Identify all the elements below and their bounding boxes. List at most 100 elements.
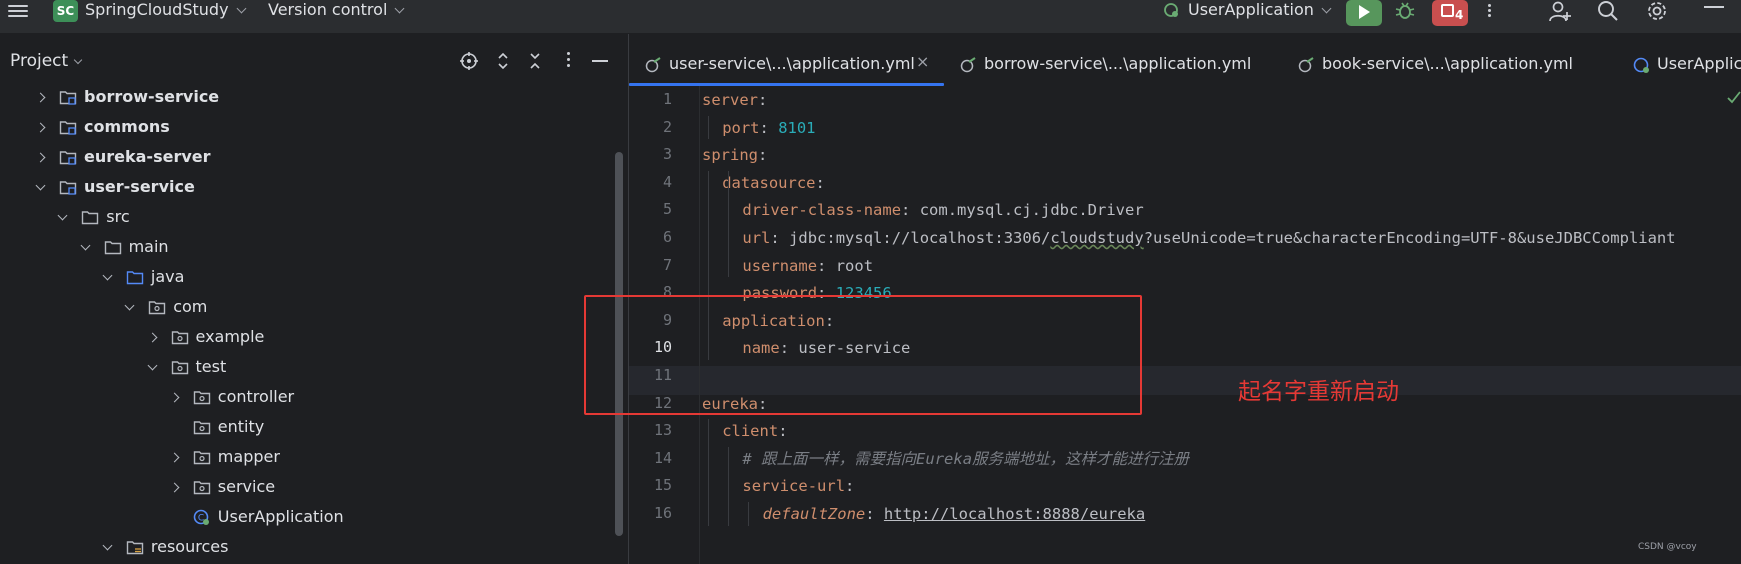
tree-item-label: borrow-service: [84, 87, 220, 106]
rerun-button[interactable]: [1346, 0, 1382, 26]
annotation-highlight-box: [584, 295, 1142, 415]
chevron-right-icon[interactable]: [169, 392, 180, 403]
tree-item[interactable]: java: [0, 265, 610, 295]
spring-yaml-icon: [960, 57, 976, 73]
indent-guide: [708, 419, 709, 526]
version-control-menu[interactable]: Version control: [268, 0, 405, 20]
locate-file-icon[interactable]: [459, 51, 479, 71]
project-panel-header: Project: [0, 42, 627, 80]
chevron-down-icon[interactable]: [102, 540, 113, 551]
tree-item[interactable]: mapper: [0, 445, 610, 475]
main-toolbar: SC SpringCloudStudy Version control User…: [0, 0, 1741, 34]
expand-all-icon[interactable]: [493, 51, 513, 71]
code-line: defaultZone: http://localhost:8888/eurek…: [763, 500, 1146, 528]
tree-item-label: controller: [217, 387, 295, 406]
chevron-down-icon[interactable]: [147, 360, 157, 371]
tree-item-label: test: [195, 357, 227, 376]
tree-item[interactable]: commons: [0, 115, 610, 145]
project-badge[interactable]: SC: [53, 0, 78, 22]
package-icon: [193, 391, 210, 405]
chevron-right-icon[interactable]: [35, 92, 46, 103]
yaml-separator: :: [758, 146, 768, 165]
editor-tab[interactable]: user-service\...\application.yml ×: [629, 42, 944, 86]
code-line: # 跟上面一样，需要指向Eureka服务端地址，这样才能进行注册: [742, 445, 1189, 473]
tree-item[interactable]: src: [0, 205, 610, 235]
chevron-down-icon[interactable]: [124, 300, 135, 311]
tree-item-label: eureka-server: [84, 147, 211, 166]
tree-item[interactable]: resources: [0, 535, 610, 564]
yaml-separator: :: [759, 118, 779, 137]
module-folder-icon: [59, 121, 77, 135]
source-folder-icon: [126, 271, 144, 285]
tree-item[interactable]: user-service: [0, 175, 610, 205]
chevron-down-icon[interactable]: [102, 270, 113, 281]
yaml-value: 8101: [778, 118, 816, 137]
editor-tab[interactable]: book-service\...\application.yml: [1282, 42, 1617, 86]
chevron-down-icon[interactable]: [57, 210, 68, 221]
collapse-all-icon[interactable]: [525, 51, 545, 71]
editor-tab[interactable]: UserApplica: [1617, 42, 1741, 86]
tree-item[interactable]: service: [0, 475, 610, 505]
stop-button[interactable]: 4: [1432, 0, 1468, 26]
code-line: url: jdbc:mysql://localhost:3306/cloudst…: [742, 224, 1675, 252]
yaml-key: url: [742, 229, 771, 247]
tree-item[interactable]: eureka-server: [0, 145, 610, 175]
indent-guide: [708, 115, 709, 140]
project-selector[interactable]: SpringCloudStudy: [85, 0, 246, 20]
yaml-value: # 跟上面一样，需要指向Eureka服务端地址，这样才能进行注册: [742, 449, 1190, 468]
project-tree: borrow-service commons eureka-server user-s…: [0, 86, 620, 564]
tree-item[interactable]: com: [0, 295, 610, 325]
hide-panel-icon[interactable]: [592, 60, 608, 62]
add-user-icon[interactable]: [1548, 0, 1572, 22]
tree-item[interactable]: test: [0, 355, 610, 385]
more-actions-icon[interactable]: [1486, 2, 1492, 20]
tree-item[interactable]: C UserApplication: [0, 505, 610, 535]
chevron-right-icon[interactable]: [35, 122, 46, 133]
chevron-right-icon[interactable]: [147, 332, 157, 343]
tree-item[interactable]: example: [0, 325, 610, 355]
yaml-separator: :: [817, 256, 836, 275]
yaml-key: username: [742, 256, 818, 275]
yaml-key: driver-class-name: [742, 201, 902, 220]
package-icon: [171, 361, 188, 375]
package-icon: [193, 481, 210, 495]
yaml-separator: :: [815, 173, 825, 192]
project-view-selector[interactable]: Project: [10, 51, 83, 71]
hamburger-menu-icon[interactable]: [8, 2, 28, 22]
chevron-right-icon[interactable]: [169, 482, 180, 493]
settings-gear-icon[interactable]: [1645, 0, 1669, 22]
line-number: 14: [653, 448, 672, 467]
chevron-right-icon[interactable]: [35, 152, 46, 163]
debug-bug-icon[interactable]: [1394, 1, 1416, 21]
line-number: 15: [653, 476, 672, 495]
yaml-value: jdbc:mysql://localhost:3306/cloudstudy?u…: [789, 229, 1676, 247]
tree-item[interactable]: entity: [0, 415, 610, 445]
yaml-value: root: [835, 256, 874, 275]
module-folder-icon: [59, 181, 77, 195]
chevron-right-icon[interactable]: [169, 452, 180, 463]
panel-options-icon[interactable]: [567, 52, 571, 72]
tree-item-label: service: [217, 477, 276, 496]
chevron-down-icon[interactable]: [35, 180, 46, 191]
close-tab-icon[interactable]: ×: [916, 52, 929, 71]
run-configuration-selector[interactable]: UserApplication: [1188, 0, 1332, 20]
line-number: 16: [653, 504, 672, 522]
tree-item[interactable]: main: [0, 235, 610, 265]
tree-item-label: entity: [217, 417, 265, 436]
watermark: CSDN @vcoy: [1638, 542, 1697, 552]
search-icon[interactable]: [1596, 0, 1620, 22]
chevron-down-icon: [394, 3, 405, 14]
yaml-separator: :: [770, 229, 790, 247]
chevron-down-icon[interactable]: [80, 240, 91, 251]
yaml-separator: :: [758, 91, 768, 109]
editor-tab[interactable]: borrow-service\...\application.yml: [944, 42, 1282, 86]
tree-item[interactable]: borrow-service: [0, 86, 610, 115]
package-icon: [171, 331, 188, 345]
editor-tab-label: borrow-service\...\application.yml: [984, 54, 1252, 73]
tree-item-label: user-service: [84, 177, 195, 196]
indent-guide: [728, 446, 730, 526]
minimize-window-icon[interactable]: [1704, 6, 1724, 8]
tree-item-label: src: [106, 207, 130, 226]
tree-item[interactable]: controller: [0, 385, 610, 415]
package-icon: [193, 451, 210, 465]
